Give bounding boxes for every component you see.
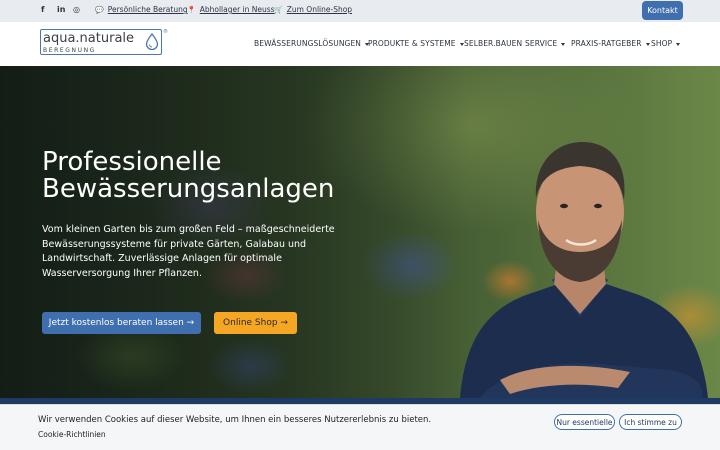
chevron-down-icon bbox=[561, 42, 566, 46]
hero-title: Professionelle Bewässerungsanlagen bbox=[42, 149, 402, 203]
nav-item-label: PRAXIS-RATGEBER bbox=[571, 39, 642, 48]
location-pin-icon: 📍 bbox=[187, 6, 196, 14]
essential-cookies-button[interactable]: Nur essentielle bbox=[554, 414, 615, 430]
online-shop-button[interactable]: Online Shop → bbox=[214, 312, 297, 334]
chevron-down-icon bbox=[645, 42, 650, 46]
nav-diy[interactable]: SELBER.BAUEN bbox=[464, 39, 522, 48]
consultation-link[interactable]: 💬 Persönliche Beratung bbox=[95, 5, 188, 14]
nav-practice-guide[interactable]: PRAXIS-RATGEBER bbox=[571, 39, 650, 48]
nav-products-systems[interactable]: PRODUKTE & SYSTEME bbox=[368, 39, 464, 48]
logo-brand-text: aqua.naturale bbox=[43, 31, 135, 46]
top-bar: f in ◎ 💬 Persönliche Beratung 📍 Abhollager… bbox=[0, 0, 720, 22]
nav-item-label: SHOP bbox=[651, 39, 673, 48]
logo-sub-text: BEREGNUNG bbox=[43, 47, 96, 54]
nav-item-label: PRODUKTE & SYSTEME bbox=[368, 39, 456, 48]
nav-item-label: SERVICE bbox=[525, 39, 558, 48]
cart-icon: 🛒 bbox=[274, 6, 283, 14]
cookie-policy-link[interactable]: Cookie-Richtlinien bbox=[38, 430, 106, 439]
free-consultation-button[interactable]: Jetzt kostenlos beraten lassen → bbox=[42, 312, 201, 334]
consultation-link-label: Persönliche Beratung bbox=[107, 5, 188, 14]
facebook-icon[interactable]: f bbox=[41, 5, 44, 14]
pickup-location-link[interactable]: 📍 Abhollager in Neuss bbox=[187, 5, 275, 14]
chat-icon: 💬 bbox=[95, 6, 104, 14]
nav-item-label: BEWÄSSERUNGSLÖSUNGEN bbox=[254, 39, 361, 48]
contact-button[interactable]: Kontakt bbox=[642, 1, 683, 20]
logo[interactable]: aqua.naturale BEREGNUNG ® bbox=[40, 29, 168, 57]
nav-item-label: SELBER.BAUEN bbox=[464, 39, 523, 48]
water-drop-icon bbox=[145, 33, 159, 50]
nav-service[interactable]: SERVICE bbox=[525, 39, 566, 48]
hero-title-line-1: Professionelle bbox=[42, 147, 222, 177]
hero-person-image bbox=[460, 142, 708, 398]
chevron-down-icon bbox=[459, 42, 464, 46]
pickup-location-link-label: Abhollager in Neuss bbox=[199, 5, 275, 14]
cookie-message: Wir verwenden Cookies auf dieser Website… bbox=[38, 415, 432, 425]
online-shop-link-label: Zum Online-Shop bbox=[286, 5, 353, 14]
chevron-down-icon bbox=[676, 42, 681, 46]
site-header: aqua.naturale BEREGNUNG ® BEWÄSSERUNGSLÖ… bbox=[0, 22, 720, 66]
instagram-icon[interactable]: ◎ bbox=[73, 5, 80, 14]
hero-description: Vom kleinen Garten bis zum großen Feld –… bbox=[42, 224, 335, 279]
hero-title-line-2: Bewässerungsanlagen bbox=[42, 174, 335, 204]
registered-mark: ® bbox=[163, 29, 168, 35]
nav-irrigation-solutions[interactable]: BEWÄSSERUNGSLÖSUNGEN bbox=[254, 39, 369, 48]
accept-cookies-button[interactable]: Ich stimme zu bbox=[619, 414, 682, 430]
linkedin-icon[interactable]: in bbox=[57, 5, 65, 14]
nav-shop[interactable]: SHOP bbox=[651, 39, 681, 48]
cookie-banner: Wir verwenden Cookies auf dieser Website… bbox=[0, 404, 720, 450]
hero-section: Professionelle Bewässerungsanlagen Vom k… bbox=[0, 66, 720, 398]
online-shop-link[interactable]: 🛒 Zum Online-Shop bbox=[274, 5, 352, 14]
